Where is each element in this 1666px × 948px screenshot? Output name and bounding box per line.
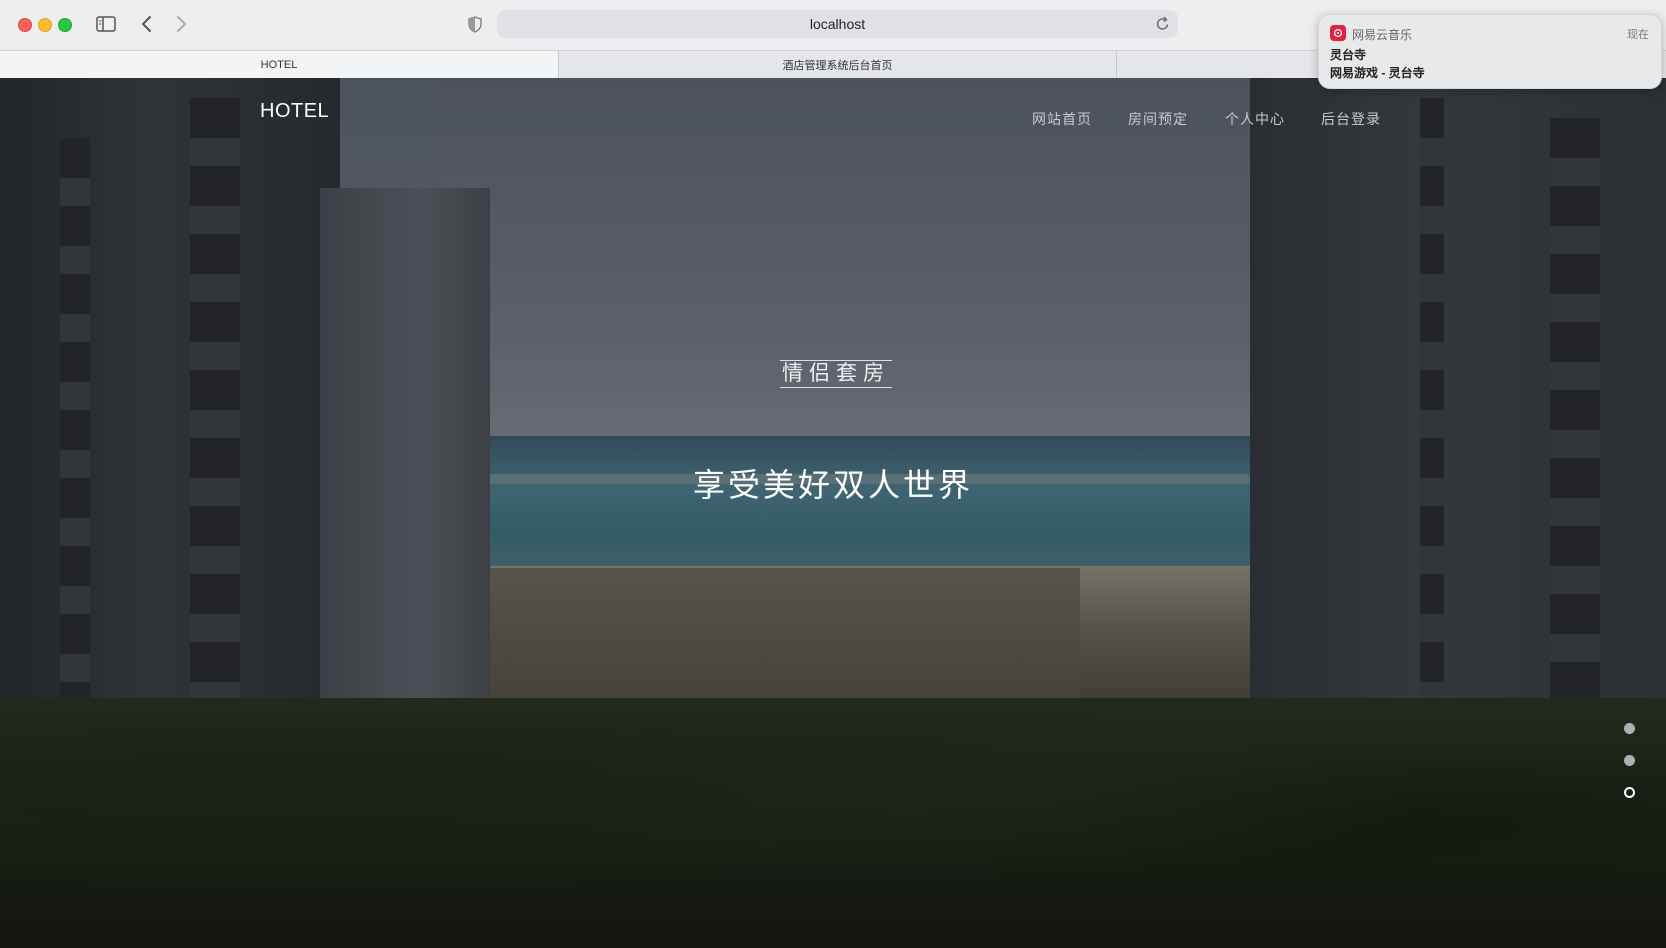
carousel-dot-1[interactable] <box>1624 723 1635 734</box>
forward-arrow-icon[interactable] <box>172 13 190 35</box>
nav-room-booking[interactable]: 房间预定 <box>1128 109 1188 129</box>
carousel-dot-3-active[interactable] <box>1624 787 1635 798</box>
site-logo[interactable]: HOTEL <box>260 100 329 123</box>
nav-admin-login[interactable]: 后台登录 <box>1321 109 1381 129</box>
netease-music-icon <box>1330 25 1346 41</box>
nav-home[interactable]: 网站首页 <box>1032 109 1092 129</box>
tab-label: HOTEL <box>260 58 298 71</box>
notification-body: 网易游戏 - 灵台寺 <box>1330 66 1425 80</box>
close-window-button[interactable] <box>18 18 32 32</box>
nav-personal-center[interactable]: 个人中心 <box>1225 109 1285 129</box>
address-text: localhost <box>809 16 866 32</box>
address-bar[interactable]: localhost <box>497 10 1178 38</box>
hero-headline: 享受美好双人世界 <box>692 467 973 503</box>
system-notification[interactable]: 网易云音乐 现在 灵台寺 网易游戏 - 灵台寺 <box>1318 14 1662 89</box>
notification-title: 灵台寺 <box>1330 48 1367 62</box>
notification-app-name: 网易云音乐 <box>1352 28 1413 42</box>
hero-overlay <box>0 78 1666 948</box>
tab-admin-home[interactable]: 酒店管理系统后台首页 <box>558 51 1117 78</box>
sidebar-toggle-icon[interactable] <box>94 13 118 35</box>
tab-label: 酒店管理系统后台首页 <box>782 59 893 72</box>
notification-time: 现在 <box>1627 29 1649 41</box>
reload-icon[interactable] <box>1156 16 1170 34</box>
carousel-dot-2[interactable] <box>1624 755 1635 766</box>
hero-carousel: HOTEL 网站首页 房间预定 个人中心 后台登录 情侣套房 享受美好双人世界 <box>0 78 1666 948</box>
minimize-window-button[interactable] <box>38 18 52 32</box>
tab-hotel[interactable]: HOTEL <box>0 51 558 78</box>
zoom-window-button[interactable] <box>58 18 72 32</box>
privacy-shield-icon[interactable] <box>466 13 484 35</box>
back-arrow-icon[interactable] <box>138 13 156 35</box>
hero-subtitle: 情侣套房 <box>780 360 892 388</box>
